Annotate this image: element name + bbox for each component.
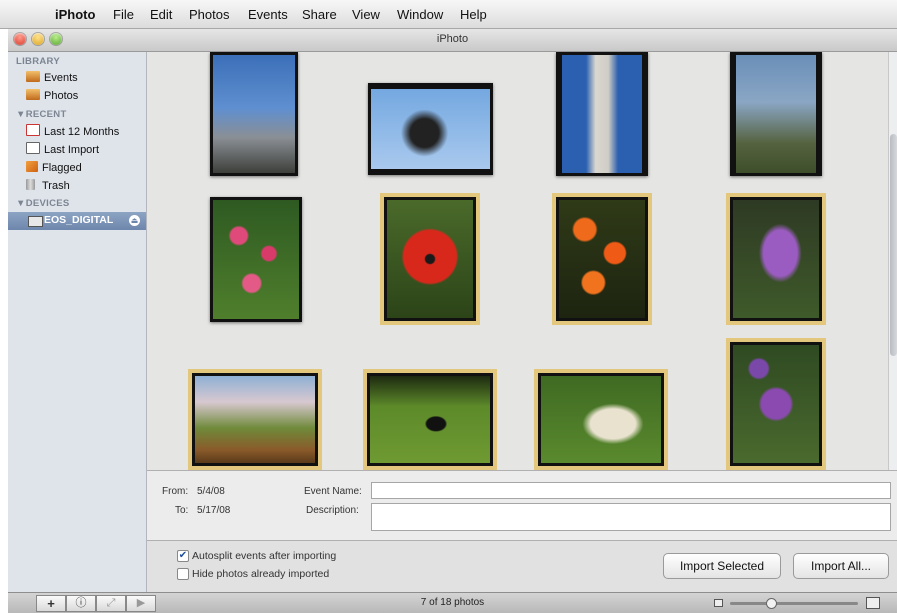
sidebar-item-device[interactable]: EOS_DIGITAL ⏏ xyxy=(8,212,146,230)
menu-bar: iPhoto File Edit Photos Events Share Vie… xyxy=(0,0,897,29)
vertical-scrollbar[interactable] xyxy=(888,52,897,470)
hide-imported-label: Hide photos already imported xyxy=(192,568,330,580)
sidebar-item-label: Flagged xyxy=(42,162,82,174)
window-title-bar: iPhoto xyxy=(8,29,897,52)
event-name-label: Event Name: xyxy=(304,486,362,497)
bottom-toolbar: + ⓘ ⤢ ▶ 7 of 18 photos xyxy=(8,592,897,613)
slider-knob[interactable] xyxy=(766,598,777,609)
menu-photos[interactable]: Photos xyxy=(189,7,229,22)
eject-icon[interactable]: ⏏ xyxy=(129,215,140,226)
photo-thumbnail[interactable] xyxy=(730,52,822,176)
photo-thumbnail[interactable] xyxy=(726,338,826,470)
menu-view[interactable]: View xyxy=(352,7,380,22)
menu-share[interactable]: Share xyxy=(302,7,337,22)
from-label: From: xyxy=(162,486,189,497)
sidebar-item-label: Last 12 Months xyxy=(44,126,120,138)
sidebar-item-label: Events xyxy=(44,72,78,84)
sidebar-item-label: Photos xyxy=(44,90,79,102)
camera-card-icon xyxy=(28,216,43,227)
flag-icon xyxy=(26,161,38,172)
sidebar-item-photos[interactable]: Photos xyxy=(26,87,78,105)
from-date: 5/4/08 xyxy=(197,486,225,497)
photo-thumbnail[interactable] xyxy=(556,52,648,176)
autosplit-label: Autosplit events after importing xyxy=(192,550,337,562)
trash-icon xyxy=(26,179,35,190)
sidebar-item-events[interactable]: Events xyxy=(26,69,78,87)
photo-thumbnail[interactable] xyxy=(188,369,322,470)
to-date: 5/17/08 xyxy=(197,505,231,516)
devices-heading: ▼DEVICES xyxy=(16,198,70,209)
events-icon xyxy=(26,71,40,82)
import-options-bar: ✔ Autosplit events after importing Hide … xyxy=(147,540,897,593)
sidebar-item-last-import[interactable]: Last Import xyxy=(26,141,99,159)
menu-edit[interactable]: Edit xyxy=(150,7,172,22)
sidebar-item-label: Last Import xyxy=(44,144,100,156)
description-field[interactable] xyxy=(371,503,891,531)
calendar-icon xyxy=(26,124,40,136)
sidebar-item-label: Trash xyxy=(42,180,70,192)
menu-events[interactable]: Events xyxy=(248,7,288,22)
scrollbar-thumb[interactable] xyxy=(890,134,897,356)
import-icon xyxy=(26,142,40,154)
sidebar-item-trash[interactable]: Trash xyxy=(26,177,70,195)
menu-file[interactable]: File xyxy=(113,7,134,22)
import-info-panel: From: 5/4/08 To: 5/17/08 Event Name: Des… xyxy=(147,470,897,541)
event-name-field[interactable] xyxy=(371,482,891,499)
app-menu[interactable]: iPhoto xyxy=(55,7,95,22)
description-label: Description: xyxy=(306,505,359,516)
photo-thumbnail[interactable] xyxy=(726,193,826,325)
import-selected-button[interactable]: Import Selected xyxy=(663,553,781,579)
small-thumbnail-icon xyxy=(714,599,723,607)
sidebar-item-last-12-months[interactable]: Last 12 Months xyxy=(26,123,119,141)
photos-icon xyxy=(26,89,40,100)
photo-thumbnail[interactable] xyxy=(363,369,497,470)
library-heading: LIBRARY xyxy=(16,56,60,67)
import-all-button[interactable]: Import All... xyxy=(793,553,889,579)
sidebar-item-flagged[interactable]: Flagged xyxy=(26,159,82,177)
autosplit-checkbox[interactable]: ✔ xyxy=(177,550,189,562)
hide-imported-checkbox[interactable] xyxy=(177,568,189,580)
photo-thumbnail[interactable] xyxy=(210,197,302,322)
photo-thumbnail[interactable] xyxy=(534,369,668,470)
source-list: LIBRARY Events Photos ▼RECENT Last 12 Mo… xyxy=(8,52,147,592)
to-label: To: xyxy=(175,505,189,516)
menu-window[interactable]: Window xyxy=(397,7,443,22)
photo-browser xyxy=(147,52,888,470)
device-label: EOS_DIGITAL xyxy=(44,214,114,226)
photo-thumbnail[interactable] xyxy=(380,193,480,325)
thumbnail-size-slider[interactable] xyxy=(730,602,858,605)
menu-help[interactable]: Help xyxy=(460,7,487,22)
photo-thumbnail[interactable] xyxy=(368,83,493,175)
photo-thumbnail[interactable] xyxy=(210,52,298,176)
window-title: iPhoto xyxy=(436,33,469,45)
photo-thumbnail[interactable] xyxy=(552,193,652,325)
large-thumbnail-icon xyxy=(866,597,880,609)
recent-heading: ▼RECENT xyxy=(16,109,67,120)
